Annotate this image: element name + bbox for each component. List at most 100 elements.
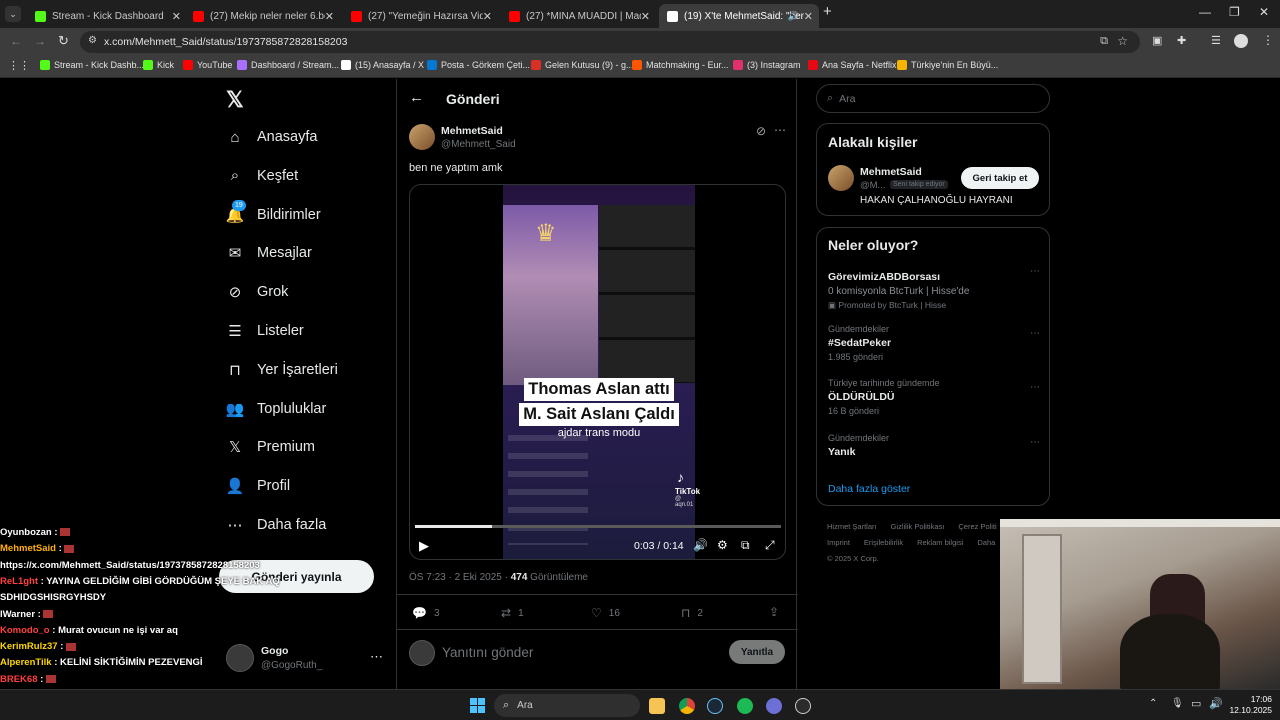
trend-more-icon[interactable]: ⋯ [1030,437,1040,448]
app-icon[interactable] [766,698,782,714]
pip-icon[interactable]: ⧉ [741,538,750,553]
trend-item[interactable]: GörevimizABDBorsası 0 komisyonla BtcTurk … [828,262,1040,311]
tab-search-button[interactable]: ⌄ [5,6,21,22]
steam-icon[interactable] [707,698,723,714]
trend-item[interactable]: Gündemdekiler #SedatPeker 1.985 gönderi ⋯ [828,324,1040,362]
browser-tab[interactable]: Stream - Kick Dashboard ✕ [27,4,187,28]
puzzle-icon[interactable]: ✚ [1177,34,1186,47]
browser-tab[interactable]: (27) Mekip neler neler 6.bölüm✕ [185,4,340,28]
close-tab-icon[interactable]: ✕ [804,10,813,23]
video-progress-track[interactable] [415,525,781,528]
nav-item[interactable]: 👥 Topluluklar [226,400,327,418]
nav-item[interactable]: ⊘ Grok [226,283,289,301]
nav-item[interactable]: ⌕ Keşfet [226,167,298,185]
bookmark-item[interactable]: YouTube [183,60,232,70]
bookmark-item[interactable]: (15) Anasayfa / X [341,60,424,70]
browser-tab[interactable]: (27) *MİNA MUADDI | Madara✕ [501,4,656,28]
start-icon[interactable] [470,698,485,713]
nav-item[interactable]: ☰ Listeler [226,322,303,340]
bookmark-item[interactable]: Gelen Kutusu (9) - g... [531,60,634,70]
trend-more-icon[interactable]: ⋯ [1030,382,1040,393]
star-icon[interactable]: ☆ [1117,34,1128,48]
reply-action[interactable]: 💬 3 [412,606,440,620]
trend-item[interactable]: Gündemdekiler Yanık ⋯ [828,433,1040,458]
obs-icon[interactable] [795,698,811,714]
nav-item[interactable]: ✉ Mesajlar [226,244,312,262]
settings-icon[interactable]: ⚙ [717,538,728,552]
footer-link[interactable]: Erişilebilirlik [864,538,903,547]
display-icon[interactable]: ▭ [1191,697,1201,710]
browser-tab[interactable]: (27) "Yemeğin Hazırsa Video Ha✕ [343,4,498,28]
spotify-icon[interactable] [737,698,753,714]
bookmark-item[interactable]: (3) Instagram [733,60,801,70]
reply-button[interactable]: Yanıtla [729,640,785,664]
forward-icon[interactable]: → [34,34,46,48]
menu-icon[interactable]: ⋮ [1262,33,1274,47]
related-name[interactable]: MehmetSaid [860,166,922,178]
footer-link[interactable]: Imprint [827,538,850,547]
bookmark-item[interactable]: Kick [143,60,174,70]
bookmark-item[interactable]: Ana Sayfa - Netflix [808,60,897,70]
grok-explain-icon[interactable]: ⊘ [756,124,766,138]
bookmark-item[interactable]: Posta - Görkem Çeti... [427,60,530,70]
share-icon[interactable]: ⇪ [769,605,779,619]
extension-icon[interactable]: ▣ [1152,34,1162,47]
speaker-icon[interactable]: 🔊 [1209,697,1223,710]
more-icon[interactable]: ⋯ [370,649,383,665]
author-handle[interactable]: @Mehmett_Said [441,139,516,150]
related-avatar[interactable] [828,165,854,191]
trend-more-icon[interactable]: ⋯ [1030,328,1040,339]
file-explorer-icon[interactable] [649,698,665,714]
bookmark-item[interactable]: Türkiye'nin En Büyü... [897,60,998,70]
taskbar-search[interactable]: ⌕ Ara [494,694,640,717]
mic-icon[interactable]: 🎙 [1171,698,1184,709]
avatar[interactable] [1234,34,1248,48]
maximize-icon[interactable]: ❐ [1229,5,1240,19]
reading-list-icon[interactable]: ☰ [1211,34,1221,47]
post-date[interactable]: ÖS 7:23 · 2 Eki 2025 · [409,572,511,583]
trend-more-icon[interactable]: ⋯ [1030,266,1040,277]
nav-item[interactable]: ⋯ Daha fazla [226,516,327,534]
show-more-link[interactable]: Daha fazla göster [828,483,910,495]
related-handle[interactable]: @M... [860,180,885,191]
site-info-icon[interactable]: ⚙ [88,35,97,46]
apps-icon[interactable]: ⋮⋮ [8,59,30,72]
author-name[interactable]: MehmetSaid [441,125,503,137]
bookmark-item[interactable]: Dashboard / Stream... [237,60,339,70]
footer-link[interactable]: Daha [977,538,995,547]
post-more-icon[interactable]: ⋯ [774,123,786,137]
nav-item[interactable]: 🔔 19 Bildirimler [226,199,321,224]
url-field[interactable]: ⚙ x.com/Mehmett_Said/status/197378587282… [80,31,1140,53]
tray-chevron-icon[interactable]: ⌃ [1149,698,1157,709]
bookmark-item[interactable]: Matchmaking - Eur... [632,60,729,70]
nav-item[interactable]: ⊓ Yer İşaretleri [226,361,338,379]
like-action[interactable]: ♡ 16 [591,606,620,620]
close-tab-icon[interactable]: ✕ [172,10,181,23]
video-player[interactable]: ♛ Thomas Aslan attı M. Sait Aslanı Çaldı… [409,184,786,560]
reload-icon[interactable]: ↻ [58,33,69,49]
footer-link[interactable]: Hizmet Şartları [827,522,877,531]
minimize-icon[interactable]: — [1199,5,1211,19]
fullscreen-icon[interactable]: ⤢ [765,538,775,553]
trend-item[interactable]: Türkiye tarihinde gündemde ÖLDÜRÜLDÜ 16 B … [828,378,1040,416]
nav-item[interactable]: 𝕏 Premium [226,438,315,456]
close-tab-icon[interactable]: ✕ [641,10,650,23]
repost-action[interactable]: ⇄ 1 [501,606,524,620]
chrome-icon[interactable] [679,698,695,714]
clock[interactable]: 17:06 12.10.2025 [1228,694,1272,716]
account-switcher[interactable]: Gogo @GogoRuth_ ⋯ [226,642,386,676]
footer-link[interactable]: Gizlilik Politikası [891,522,945,531]
browser-tab[interactable]: (19) X'te MehmetSaid: "ben 🔊 ✕ [659,4,819,28]
x-logo-icon[interactable]: 𝕏 [226,87,244,113]
search-box[interactable]: ⌕ Ara [816,84,1050,113]
reply-input[interactable]: Yanıtını gönder [442,645,533,660]
close-tab-icon[interactable]: ✕ [325,10,334,23]
footer-link[interactable]: Çerez Politi [958,522,996,531]
volume-icon[interactable]: 🔊 [693,538,708,552]
nav-item[interactable]: ⌂ Anasayfa [226,128,317,146]
back-arrow-icon[interactable]: ← [409,89,424,106]
author-avatar[interactable] [409,124,435,150]
bookmark-item[interactable]: Stream - Kick Dashb... [40,60,144,70]
play-icon[interactable]: ▶ [419,538,429,554]
bookmark-action[interactable]: ⊓ 2 [681,606,703,620]
